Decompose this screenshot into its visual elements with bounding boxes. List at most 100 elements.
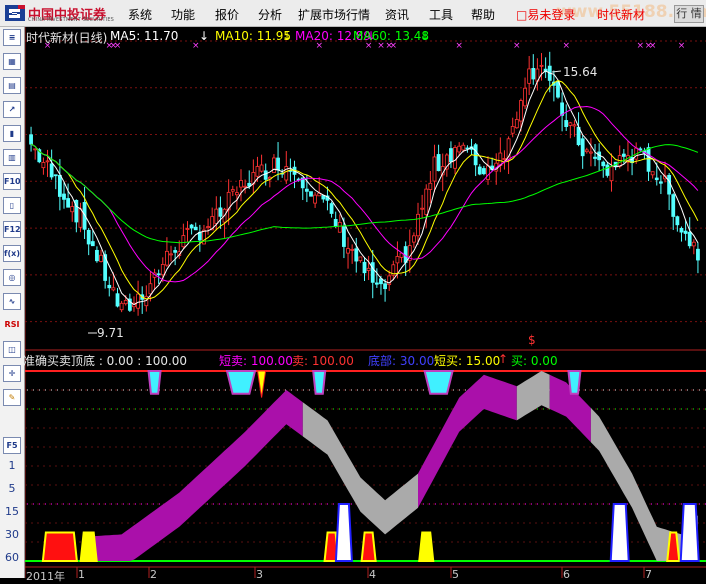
overlay-icon[interactable]: ◫ <box>3 341 21 358</box>
menu-function[interactable]: 功能 <box>171 6 195 23</box>
candle-body <box>276 157 280 171</box>
short-buy-marker <box>79 531 98 562</box>
period-1-button[interactable]: 1 <box>2 459 22 472</box>
period-5-button[interactable]: 5 <box>2 482 22 495</box>
candle-body <box>527 68 532 84</box>
candle-body <box>119 302 124 311</box>
candle-body <box>230 189 235 192</box>
brand-mark-icon <box>5 5 25 21</box>
candle-body <box>580 138 585 157</box>
candle-body <box>362 261 367 274</box>
candle-body <box>185 228 190 230</box>
menu-extended-market[interactable]: 扩展市场行情 <box>298 6 370 23</box>
candle-body <box>683 230 688 234</box>
candle-body <box>57 175 62 197</box>
candle-body <box>111 287 116 291</box>
grid-icon[interactable]: ▦ <box>3 53 21 70</box>
quote-window-button[interactable]: 行 情 <box>674 5 704 23</box>
short-sell-marker <box>567 370 582 395</box>
toolbar-fx-button[interactable]: f(x) <box>3 245 21 262</box>
signal-x-marker: × <box>455 41 463 51</box>
candle-body <box>66 198 71 208</box>
period-30-button[interactable]: 30 <box>2 528 22 541</box>
candle-body <box>366 267 371 271</box>
candle-body <box>519 100 523 122</box>
candle-body <box>679 227 684 233</box>
candle-body <box>671 194 676 217</box>
period-60-button[interactable]: 60 <box>2 551 22 564</box>
menu-tools[interactable]: 工具 <box>429 6 453 23</box>
month-label-6: 6 <box>563 568 570 581</box>
high-price-label: 15.64 <box>563 65 598 79</box>
short-sell-marker <box>312 370 327 395</box>
chart-area[interactable]: × × × × × × × × × × × × × × × × × 时代新材(日线) MA5: 11.70 ↓ … <box>23 27 706 583</box>
candle-body <box>90 241 95 247</box>
toolbar-f12-button[interactable]: F12 <box>3 221 21 238</box>
buy-marker <box>666 531 681 562</box>
candle-body <box>234 192 239 196</box>
ma10-arrow-icon: ↓ <box>282 29 293 43</box>
candle-body <box>667 174 672 195</box>
candle-body <box>354 248 359 262</box>
wave-icon[interactable]: ∿ <box>3 293 21 310</box>
candle-body <box>321 195 326 200</box>
period-15-button[interactable]: 15 <box>2 505 22 518</box>
candle-icon[interactable]: ▮ <box>3 125 21 142</box>
pen-icon[interactable]: ✎ <box>3 389 21 406</box>
candle-body <box>70 206 75 213</box>
bar-icon[interactable]: ▥ <box>3 149 21 166</box>
magnifier-icon[interactable]: ◎ <box>3 269 21 286</box>
candlestick-series <box>29 51 700 316</box>
candle-body <box>313 194 318 204</box>
signal-x-marker: × <box>562 41 570 51</box>
indicator-short-buy: 短买: 15.00 <box>434 354 501 368</box>
menu-help[interactable]: 帮助 <box>471 6 495 23</box>
indicator-short-sell: 短卖: 100.00 <box>219 354 293 368</box>
candle-body <box>675 216 680 226</box>
candle-body <box>646 147 651 172</box>
side-toolbar: ≡ ▦ ▤ ↗ ▮ ▥ F10 ▯ F12 f(x) ◎ ∿ RSI ◫ ✛ ✎ F5 1 5 15 30 60 <box>0 27 25 578</box>
candle-body <box>584 149 589 153</box>
menu-analysis[interactable]: 分析 <box>258 6 282 23</box>
list-icon[interactable]: ≡ <box>3 29 21 46</box>
ma20-line <box>30 105 699 283</box>
candle-body <box>95 249 99 262</box>
candle-body <box>531 68 536 80</box>
stock-name-label: 时代新材(日线) <box>26 31 108 45</box>
purple-up-band <box>88 390 303 561</box>
short-buy-marker <box>418 531 435 562</box>
menu-system[interactable]: 系统 <box>128 6 152 23</box>
login-status[interactable]: □易未登录 <box>516 6 575 23</box>
candle-body <box>86 229 91 245</box>
signal-markers: × ××× × × × × ×× × × × × ×× × <box>44 41 686 334</box>
candle-body <box>650 171 655 176</box>
kline-chart[interactable]: × ××× × × × × ×× × × × × ×× × <box>24 27 706 578</box>
toolbar-f10-button[interactable]: F10 <box>3 173 21 190</box>
candle-body <box>658 181 663 184</box>
candle-body <box>239 180 243 188</box>
candle-body <box>411 235 416 243</box>
candle-body <box>41 162 46 169</box>
table-icon[interactable]: ▤ <box>3 77 21 94</box>
candle-body <box>453 147 457 169</box>
gray-down-band <box>516 371 550 421</box>
line-chart-icon[interactable]: ↗ <box>3 101 21 118</box>
candle-body <box>329 203 334 214</box>
toolbar-rsi-button[interactable]: RSI <box>3 317 21 334</box>
candle-body <box>214 208 219 224</box>
signal-x-marker: × <box>678 41 686 51</box>
menu-news[interactable]: 资讯 <box>385 6 409 23</box>
doc-icon[interactable]: ▯ <box>3 197 21 214</box>
brand-subtitle: CHINA INVESTMENT SECURITIES <box>28 17 115 23</box>
menu-quote[interactable]: 报价 <box>215 6 239 23</box>
candle-body <box>49 163 54 178</box>
short-buy-marker <box>257 370 267 398</box>
bottom-marker <box>334 503 353 562</box>
cross-icon[interactable]: ✛ <box>3 365 21 382</box>
stock-name-status: 时代新材 <box>597 8 646 22</box>
brand-logo: 中国中投证券 CHINA INVESTMENT SECURITIES <box>4 3 116 23</box>
toolbar-f5-button[interactable]: F5 <box>3 437 21 454</box>
indicator-sell: 卖: 100.00 <box>292 354 354 368</box>
candle-body <box>395 256 400 264</box>
candle-body <box>687 231 692 247</box>
